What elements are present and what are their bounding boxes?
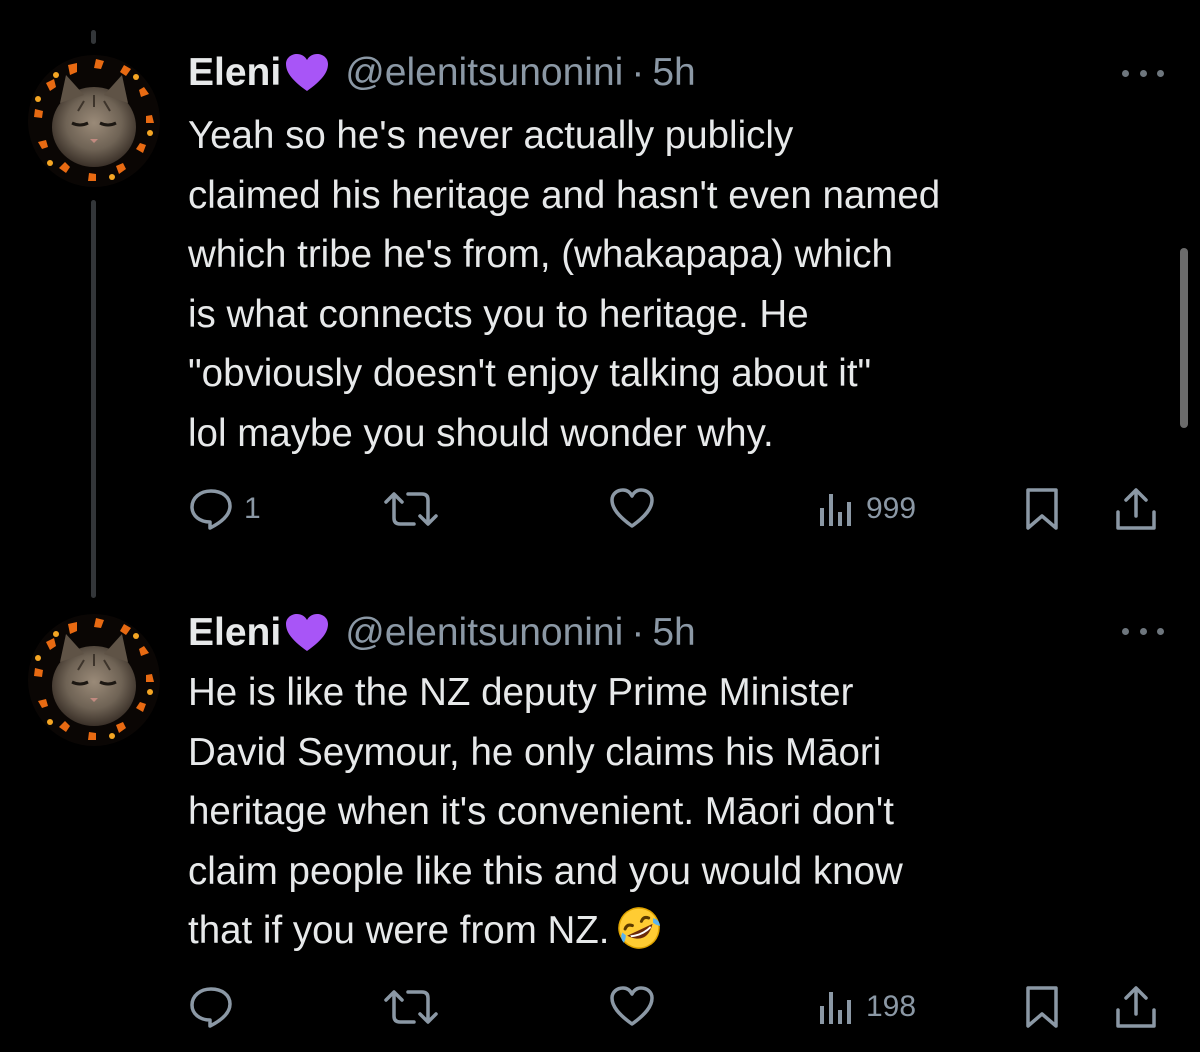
cat-avatar-image: [28, 55, 160, 187]
tweet[interactable]: Eleni @elenitsunonini · 5h Yeah so he's …: [0, 0, 1200, 560]
share-button[interactable]: [1113, 484, 1159, 534]
view-count: 198: [866, 990, 917, 1023]
bookmark-icon: [1026, 986, 1058, 1028]
bookmark-button[interactable]: [1022, 982, 1062, 1032]
user-handle[interactable]: @elenitsunonini: [345, 51, 623, 95]
views-chart-icon: [820, 494, 851, 526]
like-button[interactable]: [608, 982, 656, 1032]
share-icon: [1116, 488, 1156, 530]
separator-dot: ·: [631, 51, 645, 94]
timestamp[interactable]: 5h: [652, 611, 695, 655]
retweet-button[interactable]: [384, 982, 438, 1032]
purple-heart-icon: [285, 53, 329, 93]
views-chart-icon: [820, 992, 851, 1024]
action-bar: 1 999: [188, 484, 1168, 534]
tweet[interactable]: Eleni @elenitsunonini · 5h He is like th…: [0, 560, 1200, 1052]
cat-avatar-image: [28, 614, 160, 746]
more-options-icon[interactable]: [1122, 66, 1164, 80]
view-count: 999: [866, 492, 917, 525]
separator-dot: ·: [631, 611, 645, 654]
retweet-icon: [384, 492, 438, 526]
avatar[interactable]: [26, 612, 162, 748]
display-name[interactable]: Eleni: [188, 611, 281, 655]
like-heart-icon: [610, 986, 654, 1026]
reply-button[interactable]: 1: [188, 484, 261, 534]
tweet-text-content: He is like the NZ deputy Prime Minister …: [188, 671, 903, 952]
like-heart-icon: [610, 488, 654, 528]
share-icon: [1116, 986, 1156, 1028]
reply-icon: [190, 987, 232, 1028]
reply-count: 1: [244, 492, 261, 525]
bookmark-button[interactable]: [1022, 484, 1062, 534]
views-button[interactable]: 999: [816, 484, 916, 534]
avatar[interactable]: [26, 53, 162, 189]
share-button[interactable]: [1113, 982, 1159, 1032]
reply-button[interactable]: [188, 982, 244, 1032]
tweet-header: Eleni @elenitsunonini · 5h: [188, 608, 696, 658]
user-handle[interactable]: @elenitsunonini: [345, 611, 623, 655]
timestamp[interactable]: 5h: [652, 51, 695, 95]
reply-icon: [190, 489, 232, 530]
more-options-icon[interactable]: [1122, 624, 1164, 638]
action-bar: 198: [188, 982, 1168, 1032]
retweet-icon: [384, 990, 438, 1024]
purple-heart-icon: [285, 613, 329, 653]
rolling-on-floor-laughing-icon: [616, 905, 662, 951]
tweet-text: Yeah so he's never actually publicly cla…: [188, 114, 941, 455]
retweet-button[interactable]: [384, 484, 438, 534]
tweet-text: He is like the NZ deputy Prime Minister …: [188, 663, 1168, 961]
bookmark-icon: [1026, 488, 1058, 530]
display-name[interactable]: Eleni: [188, 51, 281, 95]
like-button[interactable]: [608, 484, 656, 534]
views-button[interactable]: 198: [816, 982, 916, 1032]
tweet-header: Eleni @elenitsunonini · 5h: [188, 48, 696, 98]
